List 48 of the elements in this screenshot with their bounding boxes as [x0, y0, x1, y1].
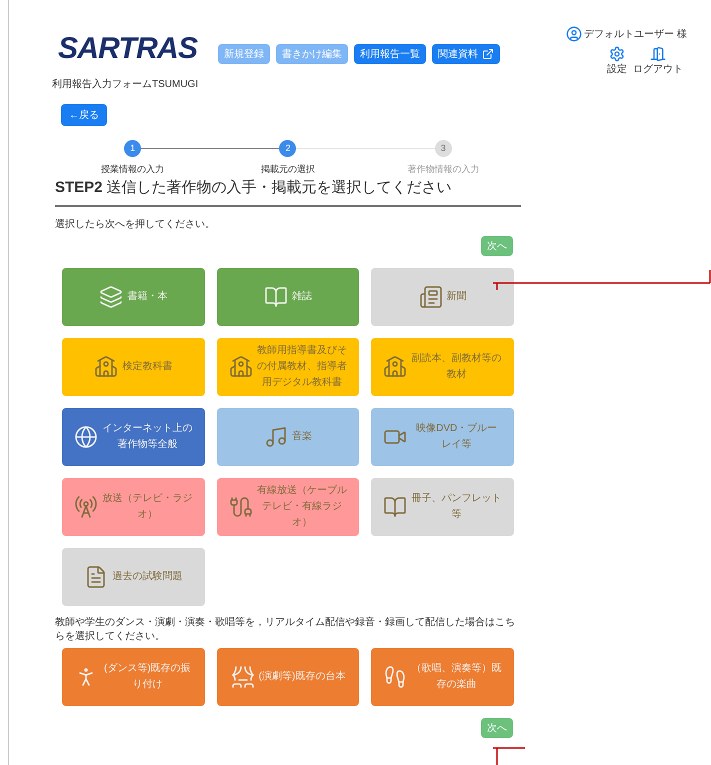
cable-icon [228, 495, 253, 519]
nav-button[interactable]: 関連資料 [432, 44, 500, 64]
source-tile[interactable]: (ダンス等)既存の振り付け [62, 648, 205, 706]
user-name: デフォルトユーザー 様 [584, 28, 687, 42]
instruction-text: 選択したら次へを押してください。 [55, 218, 216, 232]
newspaper-icon [418, 285, 443, 309]
source-tile[interactable]: 新聞 [371, 268, 514, 326]
logo: SARTRAS [58, 31, 199, 67]
open-book-icon [264, 285, 288, 309]
source-tile[interactable]: インターネット上の著作物等全般 [62, 408, 205, 466]
source-tile[interactable]: 映像DVD・ブルーレイ等 [371, 408, 514, 466]
door-icon [650, 46, 666, 62]
globe-icon [74, 425, 98, 449]
step-heading: STEP2 送信した著作物の入手・掲載元を選択してください [55, 178, 453, 198]
school-icon [383, 355, 408, 379]
logout-button[interactable]: ログアウト [633, 46, 683, 77]
nav-button[interactable]: 利用報告一覧 [354, 44, 426, 64]
school-icon [94, 355, 118, 379]
next-button[interactable]: 次へ [481, 236, 513, 256]
source-tile[interactable]: 冊子、パンフレット等 [371, 478, 514, 536]
stage-icon [230, 665, 255, 689]
school-icon [228, 355, 253, 379]
source-tile[interactable]: 書籍・本 [62, 268, 205, 326]
source-tile[interactable]: 音楽 [216, 408, 360, 466]
app-subtitle: 利用報告入力フォームTSUMUGI [52, 78, 200, 92]
books-icon [99, 285, 124, 309]
leader-line [492, 747, 526, 765]
source-tile[interactable]: 有線放送（ケーブルテレビ・有線ラジオ） [216, 478, 360, 536]
source-tile[interactable]: (演劇等)既存の台本 [216, 648, 360, 706]
open-book-icon [383, 495, 408, 519]
source-tile[interactable]: （歌唱、演奏等）既存の楽曲 [371, 648, 514, 706]
radio-tower-icon [74, 495, 98, 519]
source-tile[interactable]: 過去の試験問題 [62, 548, 205, 606]
user-icon [566, 26, 582, 42]
settings-button[interactable]: 設定 [607, 46, 627, 77]
settings-icon [609, 46, 625, 62]
source-tile[interactable]: 検定教科書 [62, 338, 205, 396]
source-tile[interactable]: 放送（テレビ・ラジオ） [62, 478, 205, 536]
music-note-icon [264, 425, 288, 449]
next-button[interactable]: 次へ [481, 718, 513, 738]
performance-note: 教師や学生のダンス・演劇・演奏・歌唱等を，リアルタイム配信や録音・録画して配信した場合はこちらを選択してください。 [55, 616, 516, 644]
source-tile[interactable]: 教師用指導書及びその付属教材、指導者用デジタル教科書 [216, 338, 360, 396]
step-label: 著作物情報の入力 [407, 163, 480, 176]
source-tile[interactable]: 雑誌 [216, 268, 360, 326]
step-label: 授業情報の入力 [101, 163, 164, 176]
back-button[interactable]: ←戻る [61, 104, 107, 126]
step-label: 掲載元の選択 [260, 163, 315, 176]
source-tile[interactable]: 副読本、副教材等の教材 [371, 338, 514, 396]
